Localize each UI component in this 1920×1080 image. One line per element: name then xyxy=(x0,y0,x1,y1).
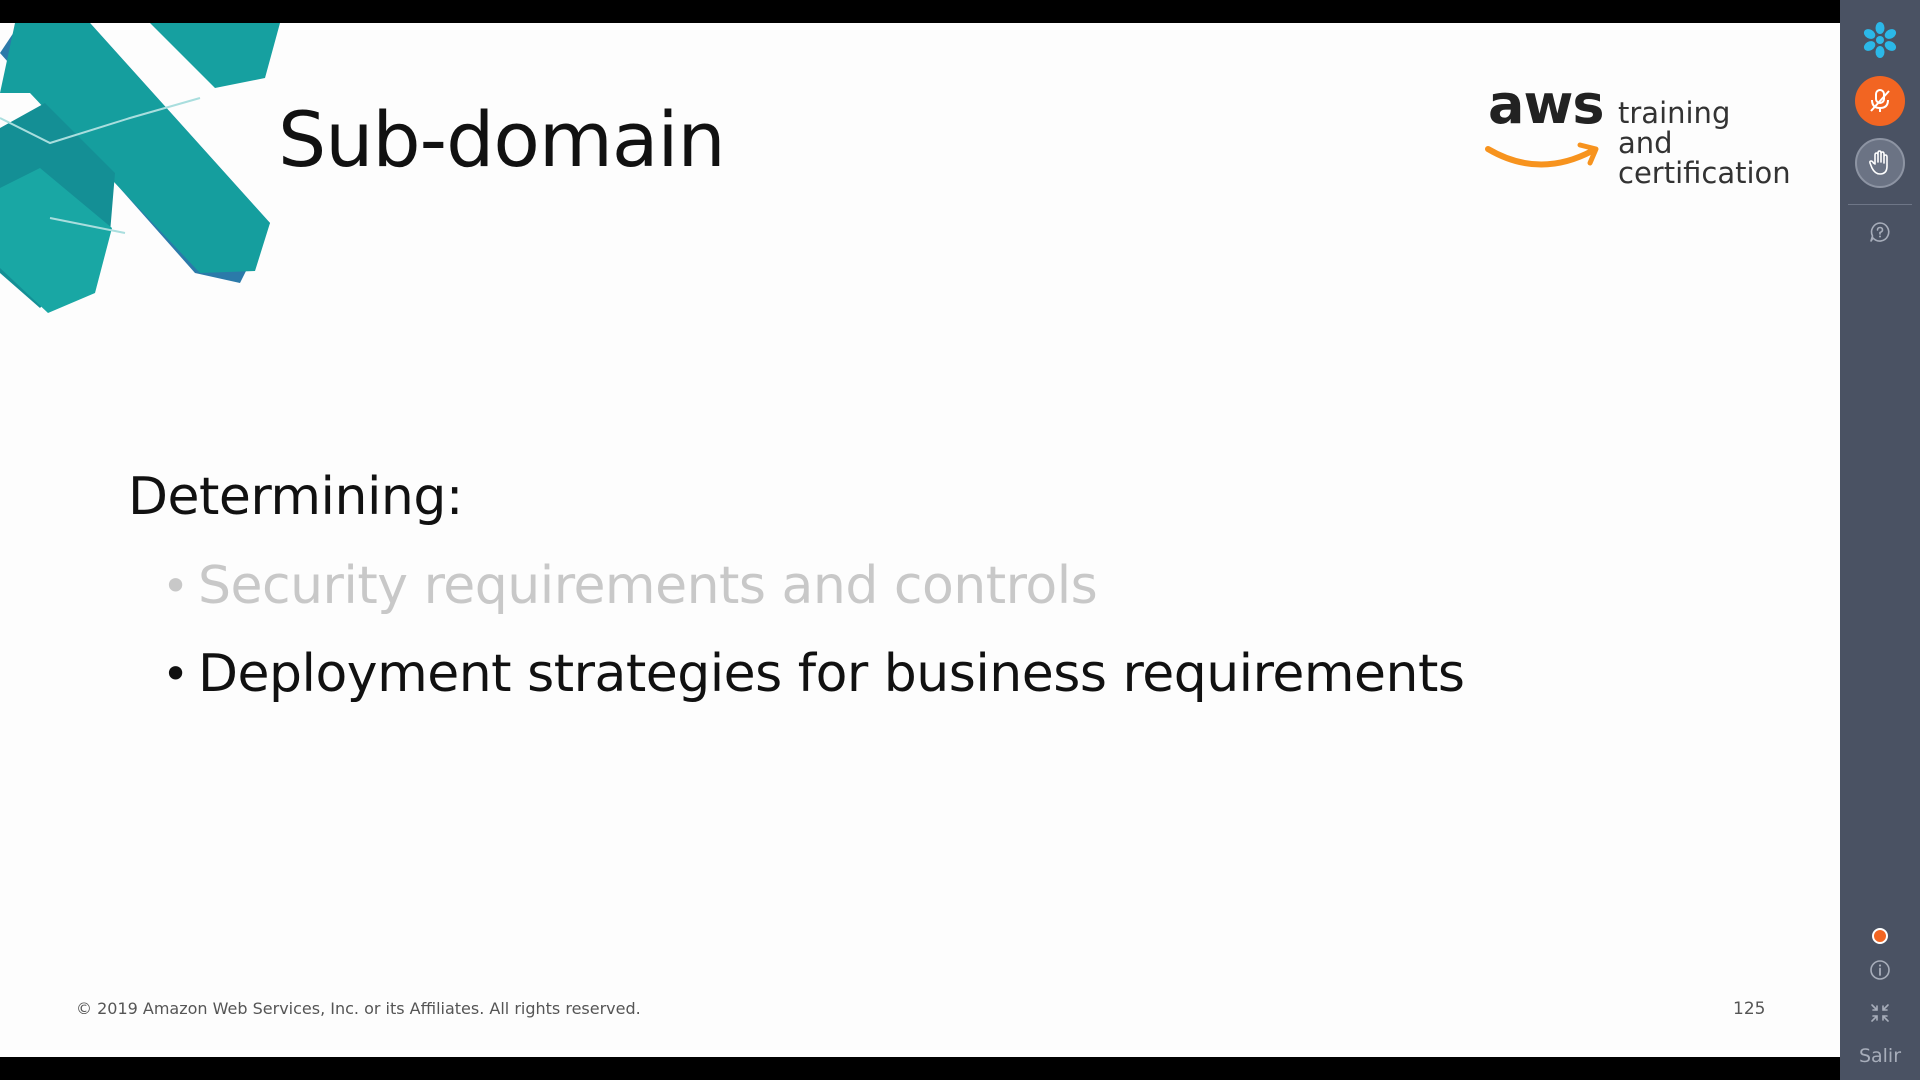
bullet-dot-icon: • xyxy=(162,559,189,613)
aws-smile-icon xyxy=(1485,142,1599,168)
screen: Sub-domain aws training and certificatio… xyxy=(0,0,1920,1080)
slide: Sub-domain aws training and certificatio… xyxy=(0,23,1840,1057)
aws-logo-word: aws xyxy=(1488,73,1604,136)
bullet-dot-icon: • xyxy=(162,647,189,701)
aws-tagline-line2: certification xyxy=(1618,156,1791,190)
help-chat-icon[interactable] xyxy=(1855,207,1905,257)
bullet-text: Security requirements and controls xyxy=(198,556,1098,616)
session-sidebar: Salir xyxy=(1840,0,1920,1080)
collapse-icon[interactable] xyxy=(1855,988,1905,1038)
bullet-text: Deployment strategies for business requi… xyxy=(198,644,1465,704)
page-number: 125 xyxy=(1733,999,1766,1019)
sidebar-divider xyxy=(1848,204,1912,205)
exit-button[interactable]: Salir xyxy=(1840,1045,1920,1067)
bullet-item-security: • Security requirements and controls xyxy=(162,551,1464,639)
copyright-footer: © 2019 Amazon Web Services, Inc. or its … xyxy=(76,999,641,1018)
snowflake-logo-icon[interactable] xyxy=(1855,15,1905,65)
bullet-list: • Security requirements and controls • D… xyxy=(162,551,1465,727)
aws-tagline-line1: training and xyxy=(1618,96,1731,160)
aws-training-logo: aws training and certification xyxy=(1482,73,1791,188)
slide-intro-text: Determining: xyxy=(128,467,463,527)
microphone-muted-icon[interactable] xyxy=(1855,76,1905,126)
bullet-item-deployment: • Deployment strategies for business req… xyxy=(162,639,1465,727)
aws-logo-tagline: training and certification xyxy=(1618,98,1791,188)
slide-title: Sub-domain xyxy=(278,95,726,184)
decorative-stripes-graphic xyxy=(0,23,280,313)
raise-hand-icon[interactable] xyxy=(1855,138,1905,188)
